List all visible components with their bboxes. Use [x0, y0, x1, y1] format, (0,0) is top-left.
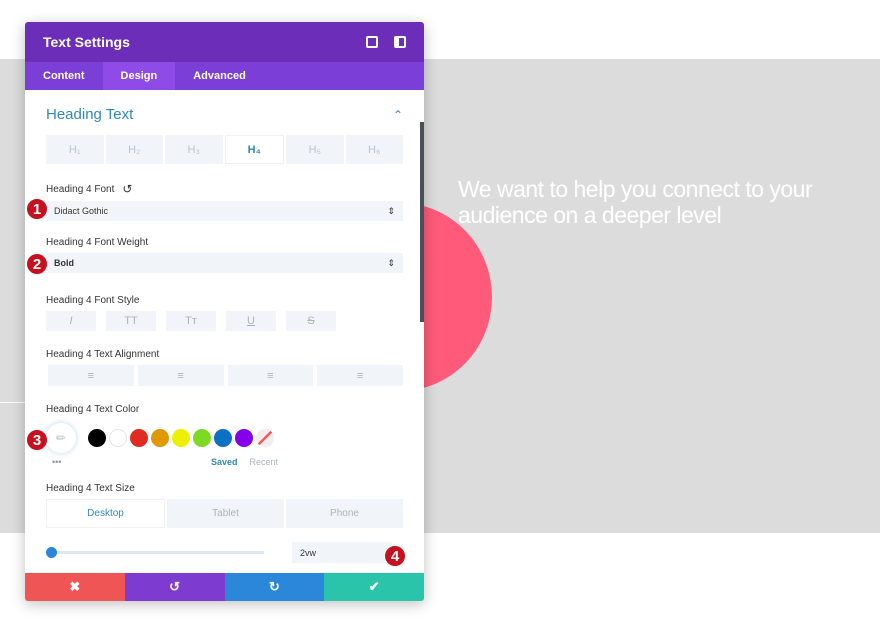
step-badge-4: 4 [384, 545, 406, 567]
sidebar-toggle-icon[interactable] [394, 36, 406, 48]
italic-button[interactable]: I [46, 311, 96, 331]
fullscreen-icon[interactable] [366, 36, 378, 48]
saved-colors-tab[interactable]: Saved [211, 457, 238, 467]
eyedropper-icon[interactable]: ✏ [46, 423, 76, 453]
tab-content[interactable]: Content [25, 62, 103, 90]
text-alignment-label: Heading 4 Text Alignment [46, 349, 160, 360]
font-style-label: Heading 4 Font Style [46, 295, 140, 306]
redo-button[interactable]: ↻ [224, 573, 325, 601]
heading-level-h3[interactable]: H₃ [165, 135, 223, 164]
color-swatch[interactable] [172, 429, 190, 447]
save-button[interactable]: ✔ [324, 573, 424, 601]
capitalize-button[interactable]: Tᴛ [166, 311, 216, 331]
device-tablet-tab[interactable]: Tablet [167, 499, 284, 528]
heading-level-h4[interactable]: H₄ [224, 135, 284, 164]
chevron-up-icon[interactable]: ⌃ [393, 108, 403, 122]
text-size-slider[interactable] [46, 547, 264, 558]
divider [0, 402, 25, 403]
text-size-input[interactable]: 2vw [292, 542, 392, 563]
text-color-label: Heading 4 Text Color [46, 404, 140, 415]
color-swatch[interactable] [214, 429, 232, 447]
color-swatch[interactable] [88, 429, 106, 447]
color-swatch[interactable] [193, 429, 211, 447]
text-settings-panel: Text Settings Content Design Advanced He… [25, 22, 424, 601]
text-size-label: Heading 4 Text Size [46, 483, 135, 494]
more-colors-button[interactable]: ••• [46, 457, 211, 467]
font-select[interactable]: Didact Gothic ⇕ [46, 201, 403, 221]
panel-title: Text Settings [43, 34, 130, 50]
underline-button[interactable]: U [226, 311, 276, 331]
section-title: Heading Text [46, 106, 134, 123]
color-swatch[interactable] [130, 429, 148, 447]
no-color-swatch[interactable] [256, 429, 274, 447]
panel-tabs: Content Design Advanced [25, 62, 424, 90]
device-desktop-tab[interactable]: Desktop [46, 499, 165, 528]
step-badge-2: 2 [26, 253, 48, 275]
select-arrows-icon: ⇕ [387, 257, 395, 268]
step-badge-1: 1 [26, 198, 48, 220]
tab-design[interactable]: Design [102, 62, 176, 90]
slider-handle[interactable] [46, 547, 57, 558]
hero-heading: We want to help you connect to your audi… [458, 176, 813, 228]
heading-level-h5[interactable]: H₅ [286, 135, 344, 164]
uppercase-button[interactable]: TT [106, 311, 156, 331]
tab-advanced[interactable]: Advanced [175, 62, 264, 90]
font-weight-value: Bold [54, 258, 74, 268]
heading-level-tabs: H₁ H₂ H₃ H₄ H₅ H₆ [46, 135, 403, 164]
align-center-button[interactable]: ≡ [137, 365, 224, 386]
recent-colors-tab[interactable]: Recent [250, 457, 279, 467]
undo-button[interactable]: ↺ [124, 573, 225, 601]
reset-icon[interactable]: ↺ [122, 182, 132, 196]
step-badge-3: 3 [26, 429, 48, 451]
select-arrows-icon: ⇕ [387, 205, 395, 216]
color-swatch[interactable] [235, 429, 253, 447]
device-phone-tab[interactable]: Phone [286, 499, 403, 528]
heading-level-h6[interactable]: H₆ [345, 135, 403, 164]
color-swatch[interactable] [109, 429, 127, 447]
font-weight-select[interactable]: Bold ⇕ [46, 253, 403, 273]
heading-level-h2[interactable]: H₂ [105, 135, 163, 164]
section-heading-text[interactable]: Heading Text ⌃ [46, 106, 403, 123]
panel-header: Text Settings [25, 22, 424, 62]
font-value: Didact Gothic [54, 206, 109, 216]
align-left-button[interactable]: ≡ [48, 365, 134, 386]
font-label: Heading 4 Font [46, 183, 115, 195]
scrollbar[interactable] [420, 122, 424, 322]
panel-footer: ✖ ↺ ↻ ✔ [25, 573, 424, 601]
align-right-button[interactable]: ≡ [227, 365, 314, 386]
cancel-button[interactable]: ✖ [25, 573, 125, 601]
color-swatch[interactable] [151, 429, 169, 447]
align-justify-button[interactable]: ≡ [317, 365, 403, 386]
heading-level-h1[interactable]: H₁ [46, 135, 104, 164]
strikethrough-button[interactable]: S [286, 311, 336, 331]
font-weight-label: Heading 4 Font Weight [46, 237, 149, 248]
